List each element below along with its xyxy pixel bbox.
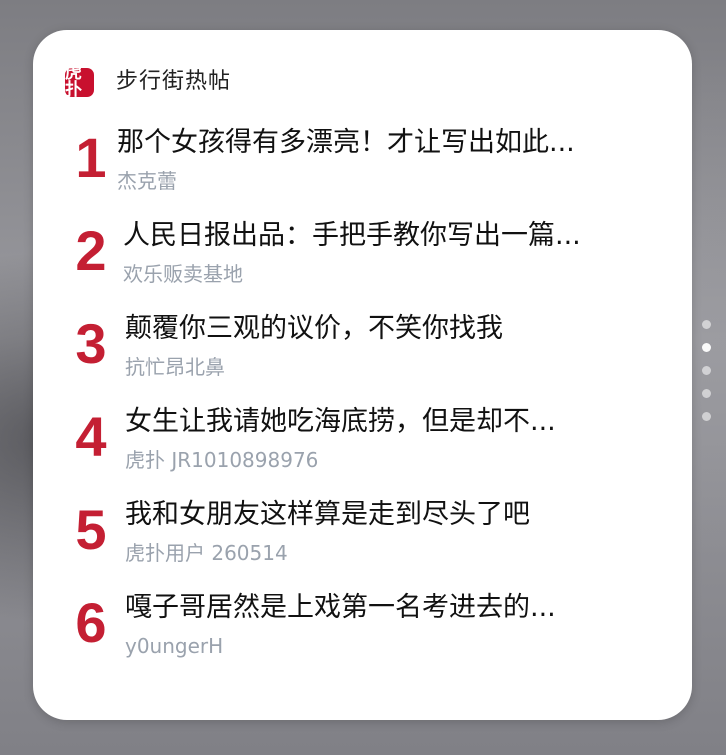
post-title[interactable]: 嘎子哥居然是上戏第一名考进去的... [125, 591, 665, 625]
post-item[interactable]: 2 人民日报出品：手把手教你写出一篇... 欢乐贩卖基地 [33, 219, 692, 311]
post-rank: 3 [75, 312, 107, 375]
page-indicator[interactable] [702, 320, 712, 435]
post-author: y0ungerH [125, 634, 224, 658]
page-dot[interactable] [702, 412, 711, 421]
widget-title: 步行街热帖 [116, 69, 232, 94]
post-author: 欢乐贩卖基地 [123, 262, 243, 286]
app-icon-glyph: 虎扑 [65, 63, 82, 100]
post-title[interactable]: 我和女朋友这样算是走到尽头了吧 [125, 498, 665, 532]
post-author: 虎扑用户 260514 [125, 541, 288, 565]
post-item[interactable]: 5 我和女朋友这样算是走到尽头了吧 虎扑用户 260514 [33, 498, 692, 590]
post-rank: 1 [75, 126, 107, 189]
post-item[interactable]: 6 嘎子哥居然是上戏第一名考进去的... y0ungerH [33, 591, 692, 683]
post-author: 抗忙昂北鼻 [125, 355, 225, 379]
post-title[interactable]: 那个女孩得有多漂亮！才让写出如此... [117, 126, 657, 160]
post-item[interactable]: 1 那个女孩得有多漂亮！才让写出如此... 杰克蕾 [33, 126, 692, 218]
page-dot[interactable] [702, 320, 711, 329]
page-dot-active[interactable] [702, 343, 711, 352]
post-rank: 4 [75, 405, 107, 468]
post-author: 杰克蕾 [117, 169, 177, 193]
post-title[interactable]: 颠覆你三观的议价，不笑你找我 [125, 312, 665, 346]
post-item[interactable]: 3 颠覆你三观的议价，不笑你找我 抗忙昂北鼻 [33, 312, 692, 404]
post-title[interactable]: 女生让我请她吃海底捞，但是却不... [125, 405, 665, 439]
hot-posts-widget[interactable]: 虎扑 步行街热帖 1 那个女孩得有多漂亮！才让写出如此... 杰克蕾 2 人民日… [33, 30, 692, 720]
post-item[interactable]: 4 女生让我请她吃海底捞，但是却不... 虎扑 JR1010898976 [33, 405, 692, 497]
page-dot[interactable] [702, 366, 711, 375]
post-author: 虎扑 JR1010898976 [125, 448, 319, 472]
post-rank: 5 [75, 498, 107, 561]
post-rank: 6 [75, 591, 107, 654]
widget-header: 虎扑 步行街热帖 [65, 63, 232, 100]
page-dot[interactable] [702, 389, 711, 398]
post-title[interactable]: 人民日报出品：手把手教你写出一篇... [123, 219, 663, 253]
hupu-app-icon: 虎扑 [65, 63, 94, 100]
post-rank: 2 [75, 219, 107, 282]
